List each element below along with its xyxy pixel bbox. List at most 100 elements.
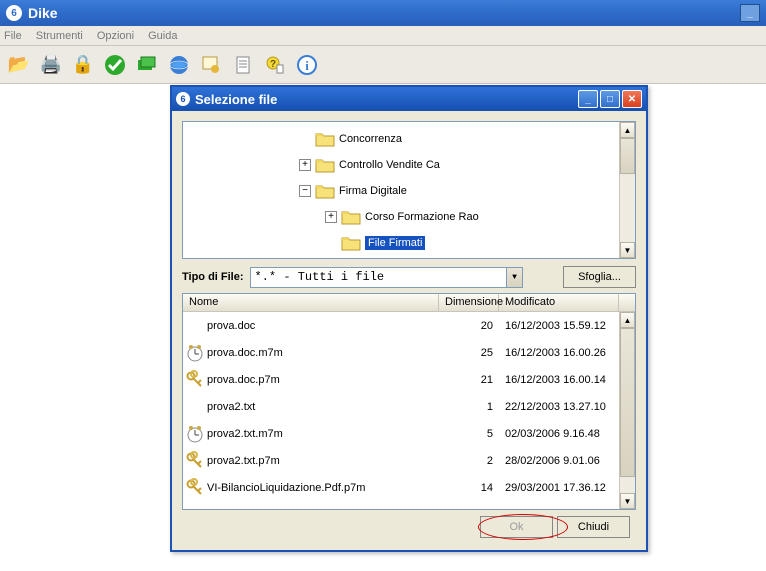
keys-icon: [183, 450, 207, 472]
tree-item[interactable]: File Firmati: [183, 230, 479, 256]
file-name: VI-BilancioLiquidazione.Pdf.p7m: [207, 482, 439, 494]
file-name: prova2.txt.m7m: [207, 428, 439, 440]
tree-item-label: Firma Digitale: [339, 185, 407, 197]
file-modified: 22/12/2003 13.27.10: [499, 401, 619, 413]
file-size: 20: [439, 320, 499, 332]
toolbar-lock-icon[interactable]: 🔒: [68, 50, 98, 80]
file-name: prova.doc.m7m: [207, 347, 439, 359]
list-scrollbar[interactable]: ▲ ▼: [619, 312, 635, 509]
file-list-header: Nome Dimensione Modificato: [183, 294, 635, 312]
file-name: prova.doc: [207, 320, 439, 332]
toolbar-cert-icon[interactable]: [196, 50, 226, 80]
toolbar-stack-icon[interactable]: [132, 50, 162, 80]
scroll-down-icon[interactable]: ▼: [620, 242, 635, 258]
dialog-minimize-button[interactable]: _: [578, 90, 598, 108]
file-name: prova2.txt: [207, 401, 439, 413]
toolbar-info-icon[interactable]: i: [292, 50, 322, 80]
toolbar-help-icon[interactable]: ?: [260, 50, 290, 80]
tree-scrollbar[interactable]: ▲ ▼: [619, 122, 635, 258]
app-icon: 6: [6, 5, 22, 21]
browse-button[interactable]: Sfoglia...: [563, 266, 636, 288]
collapse-icon[interactable]: −: [299, 185, 311, 197]
file-size: 14: [439, 482, 499, 494]
scroll-up-icon[interactable]: ▲: [620, 312, 635, 328]
close-button[interactable]: Chiudi: [557, 516, 630, 538]
file-modified: 02/03/2006 9.16.48: [499, 428, 619, 440]
main-titlebar: 6 Dike _: [0, 0, 766, 26]
toolbar: 📂 🖨️ 🔒 ? i: [0, 46, 766, 84]
menu-strumenti[interactable]: Strumenti: [36, 30, 83, 42]
file-type-label: Tipo di File:: [182, 271, 244, 283]
dialog-maximize-button[interactable]: □: [600, 90, 620, 108]
menu-opzioni[interactable]: Opzioni: [97, 30, 134, 42]
expand-icon[interactable]: +: [299, 159, 311, 171]
file-name: prova2.txt.p7m: [207, 455, 439, 467]
folder-icon: [341, 209, 361, 225]
main-minimize-button[interactable]: _: [740, 4, 760, 22]
toolbar-open-icon[interactable]: 📂: [4, 50, 34, 80]
expand-icon[interactable]: +: [325, 211, 337, 223]
file-row[interactable]: prova2.txt122/12/2003 13.27.10: [183, 393, 619, 420]
toolbar-check-icon[interactable]: [100, 50, 130, 80]
file-row[interactable]: VI-BilancioLiquidazione.Pdf.p7m1429/03/2…: [183, 474, 619, 501]
tree-item[interactable]: − Firma Digitale: [183, 178, 479, 204]
tree-item-label: Corso Formazione Rao: [365, 211, 479, 223]
file-size: 5: [439, 428, 499, 440]
toolbar-globe-icon[interactable]: [164, 50, 194, 80]
file-name: prova.doc.p7m: [207, 374, 439, 386]
file-modified: 16/12/2003 16.00.14: [499, 374, 619, 386]
ok-button[interactable]: Ok: [480, 516, 553, 538]
svg-text:i: i: [305, 58, 309, 73]
menu-guida[interactable]: Guida: [148, 30, 177, 42]
col-mod[interactable]: Modificato: [499, 294, 619, 311]
scroll-down-icon[interactable]: ▼: [620, 493, 635, 509]
tree-item-label: File Firmati: [365, 236, 425, 250]
dialog-icon: 6: [176, 92, 190, 106]
menu-bar: File Strumenti Opzioni Guida: [0, 26, 766, 46]
toolbar-document-icon[interactable]: [228, 50, 258, 80]
tree-item[interactable]: + Corso Formazione Rao: [183, 204, 479, 230]
file-list: Nome Dimensione Modificato prova.doc2016…: [182, 293, 636, 510]
keys-icon: [183, 477, 207, 499]
chevron-down-icon[interactable]: ▼: [506, 268, 522, 287]
tree-item[interactable]: + Controllo Vendite Ca: [183, 152, 479, 178]
file-modified: 16/12/2003 15.59.12: [499, 320, 619, 332]
file-row[interactable]: prova2.txt.m7m502/03/2006 9.16.48: [183, 420, 619, 447]
keys-icon: [183, 369, 207, 391]
tree-item-label: Controllo Vendite Ca: [339, 159, 440, 171]
dialog-titlebar[interactable]: 6 Selezione file _ □ ✕: [172, 87, 646, 111]
file-modified: 28/02/2006 9.01.06: [499, 455, 619, 467]
clock-icon: [183, 342, 207, 364]
scroll-up-icon[interactable]: ▲: [620, 122, 635, 138]
menu-file[interactable]: File: [4, 30, 22, 42]
folder-icon: [315, 131, 335, 147]
dialog-title: Selezione file: [195, 92, 277, 107]
svg-text:?: ?: [270, 59, 276, 70]
file-size: 25: [439, 347, 499, 359]
tree-item-label: Concorrenza: [339, 133, 402, 145]
tree-item[interactable]: Concorrenza: [183, 126, 479, 152]
file-selection-dialog: 6 Selezione file _ □ ✕ Concorrenza + Contr…: [170, 85, 648, 552]
folder-icon: [341, 235, 361, 251]
file-size: 2: [439, 455, 499, 467]
file-row[interactable]: prova.doc.m7m2516/12/2003 16.00.26: [183, 339, 619, 366]
file-modified: 29/03/2001 17.36.12: [499, 482, 619, 494]
file-row[interactable]: prova2.txt.p7m228/02/2006 9.01.06: [183, 447, 619, 474]
col-name[interactable]: Nome: [183, 294, 439, 311]
file-modified: 16/12/2003 16.00.26: [499, 347, 619, 359]
clock-icon: [183, 423, 207, 445]
col-size[interactable]: Dimensione: [439, 294, 499, 311]
dialog-close-button[interactable]: ✕: [622, 90, 642, 108]
folder-icon: [315, 157, 335, 173]
app-title: Dike: [28, 5, 58, 21]
toolbar-print-icon[interactable]: 🖨️: [36, 50, 66, 80]
file-row[interactable]: prova.doc2016/12/2003 15.59.12: [183, 312, 619, 339]
file-size: 1: [439, 401, 499, 413]
file-type-value: *.* - Tutti i file: [255, 270, 385, 284]
file-type-select[interactable]: *.* - Tutti i file ▼: [250, 267, 523, 288]
folder-tree: Concorrenza + Controllo Vendite Ca − Firma D…: [182, 121, 636, 259]
file-row[interactable]: prova.doc.p7m2116/12/2003 16.00.14: [183, 366, 619, 393]
file-size: 21: [439, 374, 499, 386]
blank-icon: [183, 315, 207, 337]
folder-icon: [315, 183, 335, 199]
